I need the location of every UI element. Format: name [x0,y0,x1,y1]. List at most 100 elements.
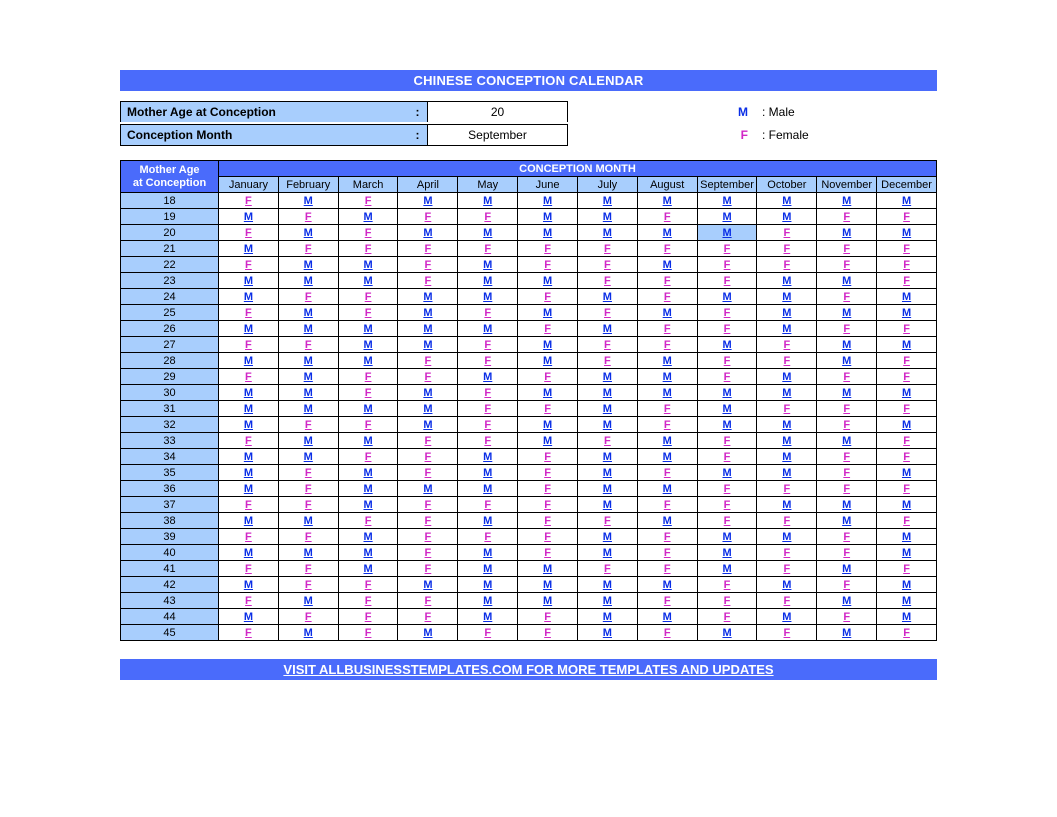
mf-cell: F [637,209,697,225]
age-input[interactable]: 20 [428,101,568,122]
mf-cell: F [278,209,338,225]
mf-cell: F [877,449,937,465]
mf-cell: M [278,321,338,337]
mf-cell: F [338,241,398,257]
table-row: 26MMMMMFMFFMFF [121,321,937,337]
mf-cell: F [697,481,757,497]
mf-cell: M [877,497,937,513]
legend-male-desc: : Male [748,105,795,119]
month-header: June [518,177,578,193]
mf-cell: M [338,337,398,353]
mf-cell: M [338,401,398,417]
mf-cell: F [398,513,458,529]
mf-cell: M [518,225,578,241]
mf-cell: M [219,465,279,481]
mf-cell: M [518,193,578,209]
mf-cell: M [877,225,937,241]
age-cell: 36 [121,481,219,497]
mf-cell: M [637,481,697,497]
mf-cell: F [338,193,398,209]
mf-cell: F [577,273,637,289]
legend-male-key: M [718,105,748,119]
age-cell: 27 [121,337,219,353]
mf-cell: M [278,369,338,385]
mf-cell: M [877,193,937,209]
mf-cell: M [458,465,518,481]
mf-cell: M [219,545,279,561]
mf-cell: M [518,417,578,433]
mf-cell: M [757,209,817,225]
mf-cell: M [219,353,279,369]
month-header: October [757,177,817,193]
mf-cell: M [338,481,398,497]
mf-cell: F [518,497,578,513]
mf-cell: M [877,593,937,609]
mf-cell: F [697,353,757,369]
mf-cell: M [458,369,518,385]
mf-cell: M [577,497,637,513]
mf-cell: F [518,321,578,337]
mf-cell: M [577,401,637,417]
mf-cell: M [338,465,398,481]
mf-cell: F [458,497,518,513]
mf-cell: F [518,609,578,625]
table-row: 29FMFFMFMMFMFF [121,369,937,385]
mf-cell: M [518,433,578,449]
mf-cell: F [817,241,877,257]
mf-cell: F [458,209,518,225]
mf-cell: M [518,273,578,289]
mf-cell: F [877,257,937,273]
mf-cell: F [697,497,757,513]
mf-cell: F [877,353,937,369]
age-header: Mother Age at Conception [121,161,219,193]
mf-cell: F [398,209,458,225]
mf-cell: M [219,513,279,529]
footer-link[interactable]: VISIT ALLBUSINESSTEMPLATES.COM FOR MORE … [120,659,937,680]
mf-cell: M [278,193,338,209]
mf-cell: M [338,561,398,577]
month-header: April [398,177,458,193]
mf-cell: F [518,401,578,417]
mf-cell: M [398,577,458,593]
mf-cell: M [637,225,697,241]
legend-female-key: F [718,128,748,142]
table-row: 28MMMFFMFMFFMF [121,353,937,369]
table-row: 24MFFMMFMFMMFM [121,289,937,305]
mf-cell: F [637,593,697,609]
table-row: 32MFFMFMMFMMFM [121,417,937,433]
mf-cell: M [757,497,817,513]
mf-cell: F [817,401,877,417]
mf-cell: M [577,209,637,225]
mf-cell: F [518,529,578,545]
mf-cell: F [637,401,697,417]
legend-female-desc: : Female [748,128,809,142]
age-cell: 40 [121,545,219,561]
mf-cell: M [877,337,937,353]
mf-cell: M [757,273,817,289]
mf-cell: M [697,529,757,545]
mf-cell: M [219,241,279,257]
mf-cell: M [577,449,637,465]
mf-cell: F [877,433,937,449]
mf-cell: F [398,545,458,561]
age-cell: 30 [121,385,219,401]
mf-cell: M [877,385,937,401]
mf-cell: F [518,257,578,273]
mf-cell: M [637,257,697,273]
mf-cell: F [577,257,637,273]
mf-cell: F [697,305,757,321]
mf-cell: M [817,593,877,609]
mf-cell: F [817,449,877,465]
mf-cell: M [219,449,279,465]
mf-cell: M [278,449,338,465]
table-row: 35MFMFMFMFMMFM [121,465,937,481]
mf-cell: M [757,193,817,209]
mf-cell: F [877,561,937,577]
mf-cell: M [697,417,757,433]
mf-cell: F [757,593,817,609]
month-input[interactable]: September [428,124,568,146]
mf-cell: F [637,465,697,481]
mf-cell: F [219,625,279,641]
mf-cell: F [219,593,279,609]
mf-cell: M [577,609,637,625]
